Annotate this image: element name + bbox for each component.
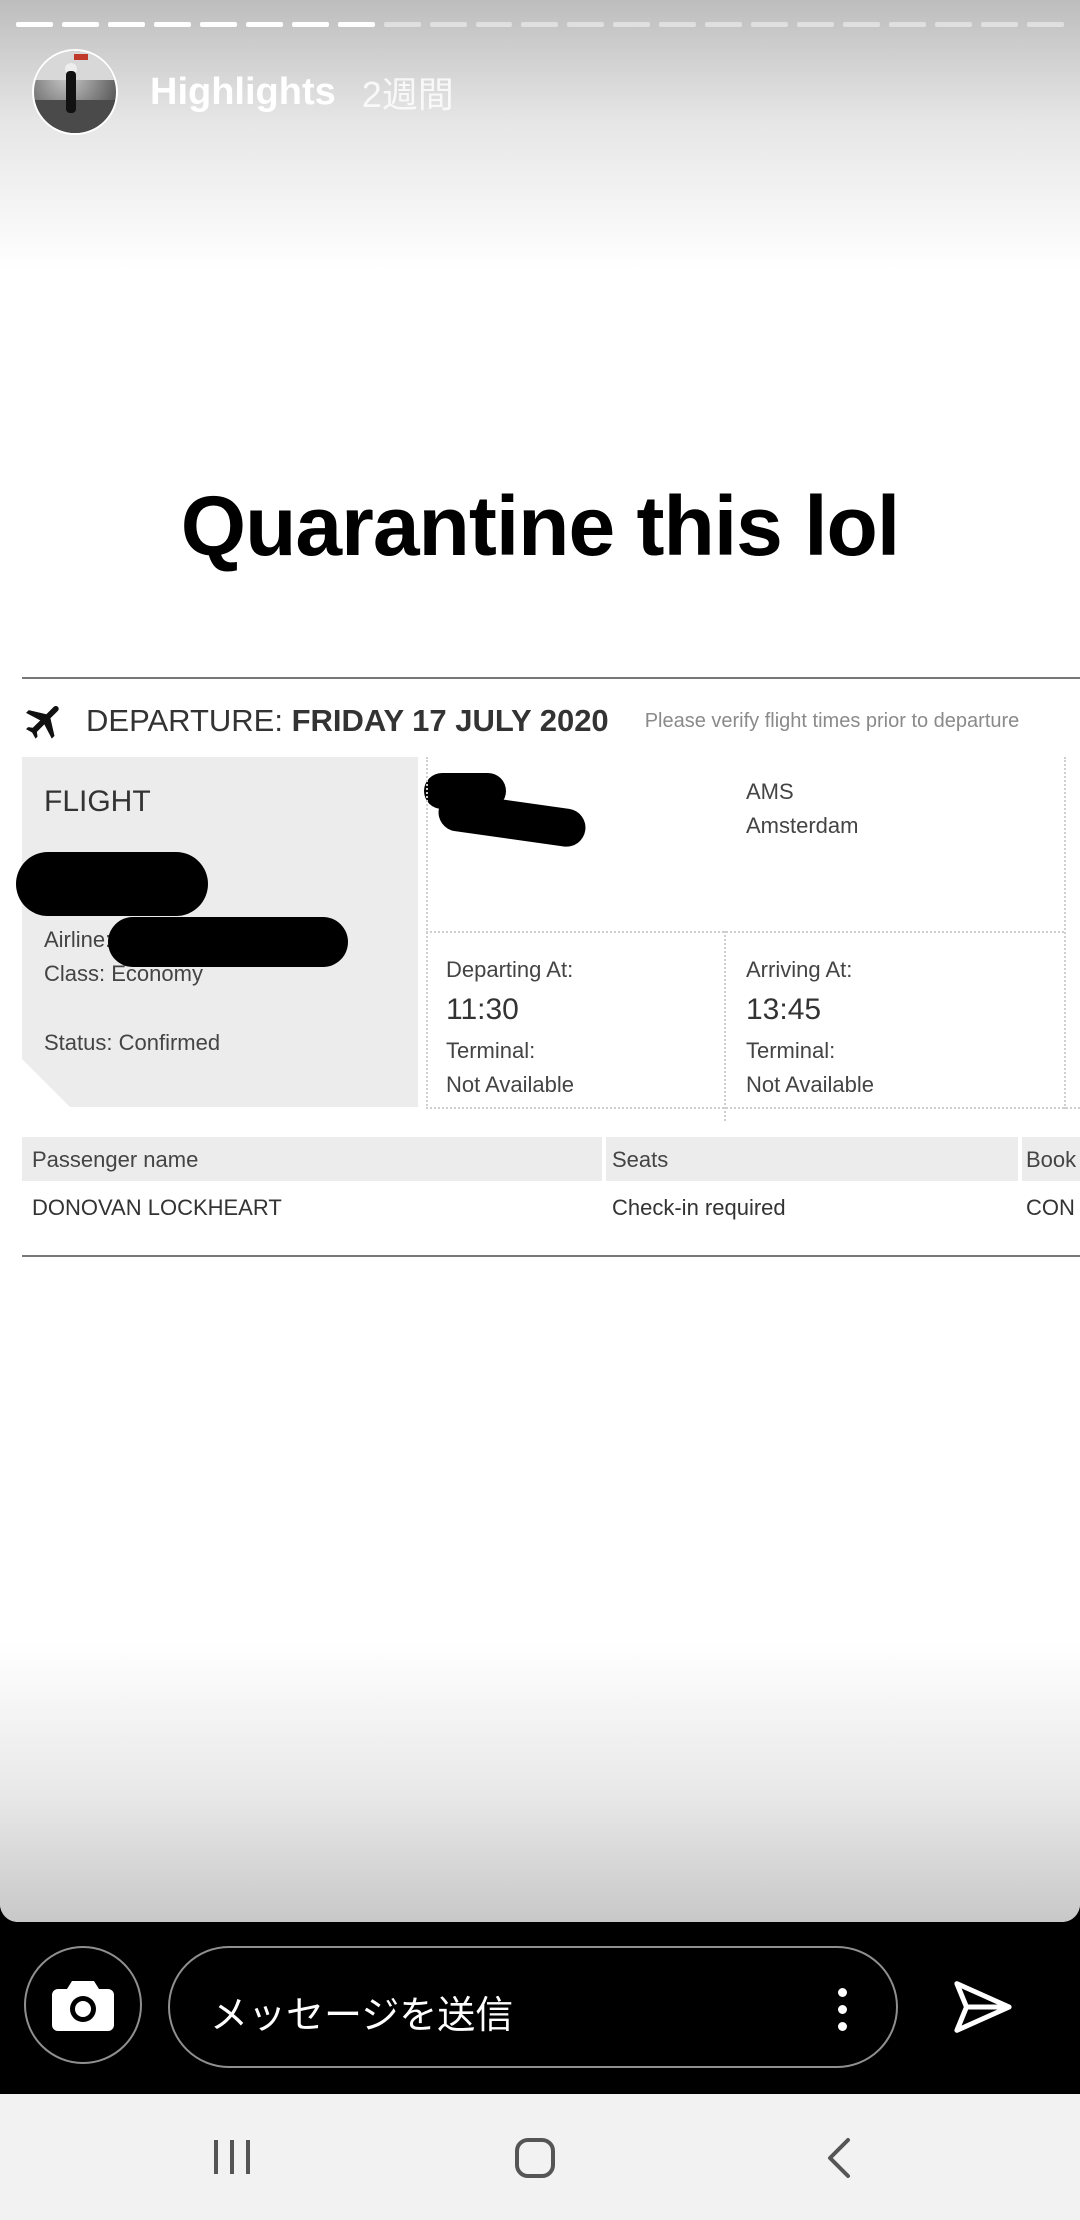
departing-terminal-label: Terminal: [446, 1038, 536, 1063]
progress-segment [383, 22, 421, 27]
departing-time: 11:30 [446, 993, 519, 1026]
departing-label: Departing At: [446, 957, 574, 982]
story-view[interactable]: Highlights 2週間 Quarantine this lol DEPAR… [0, 0, 1080, 1922]
bottom-rule [22, 1255, 1080, 1257]
story-bottom-shade [0, 1642, 1080, 1922]
progress-segment [16, 22, 53, 27]
progress-segment [521, 22, 559, 27]
top-rule [22, 677, 1080, 679]
progress-segment [981, 22, 1018, 27]
story-progress-bar [16, 22, 1064, 27]
booking-value: CON [1026, 1195, 1075, 1220]
progress-segment [659, 22, 697, 27]
progress-segment [337, 22, 375, 27]
flight-title: FLIGHT [44, 785, 151, 818]
progress-segment [889, 22, 927, 27]
progress-segment [705, 22, 743, 27]
arrival-city: Amsterdam [746, 813, 859, 838]
message-input[interactable]: メッセージを送信 [168, 1946, 898, 2068]
progress-segment [245, 22, 283, 27]
story-header[interactable]: Highlights 2週間 [32, 49, 454, 135]
progress-segment [797, 22, 835, 27]
progress-segment [429, 22, 467, 27]
progress-segment [935, 22, 973, 27]
back-icon[interactable] [820, 2136, 856, 2180]
departure-note: Please verify flight times prior to depa… [644, 709, 1020, 732]
progress-segment [1026, 22, 1064, 27]
seats-header: Seats [612, 1147, 669, 1172]
camera-icon [52, 1981, 114, 2031]
airplane-icon [26, 705, 59, 739]
system-nav-bar [0, 2094, 1080, 2220]
arrival-code: AMS [746, 779, 794, 804]
progress-segment [199, 22, 237, 27]
progress-segment [751, 22, 789, 27]
seats-value: Check-in required [612, 1195, 786, 1220]
camera-button[interactable] [24, 1946, 142, 2064]
passenger-table-header: Passenger name Seats Book [22, 1137, 1080, 1181]
arriving-terminal: Not Available [746, 1072, 875, 1097]
message-placeholder: メッセージを送信 [210, 1995, 514, 2037]
redaction-mark [436, 790, 588, 850]
arriving-terminal-label: Terminal: [746, 1038, 836, 1063]
avatar[interactable] [32, 49, 118, 135]
progress-segment [613, 22, 651, 27]
booking-header: Book [1026, 1147, 1077, 1172]
story-top-shade [0, 0, 1080, 270]
redaction-mark [108, 917, 348, 967]
itinerary-image: DEPARTURE: FRIDAY 17 JULY 2020 Please ve… [0, 675, 1080, 1260]
passenger-header: Passenger name [32, 1147, 199, 1172]
progress-segment [843, 22, 881, 27]
progress-segment [567, 22, 605, 27]
passenger-name: DONOVAN LOCKHEART [32, 1195, 282, 1220]
arriving-label: Arriving At: [746, 957, 853, 982]
airline-label: Airline: [44, 927, 112, 952]
departing-terminal: Not Available [446, 1072, 575, 1097]
story-username[interactable]: Highlights [150, 71, 336, 114]
send-icon[interactable] [950, 1974, 1016, 2040]
home-icon[interactable] [513, 2136, 557, 2180]
arriving-time: 13:45 [746, 993, 822, 1026]
departure-row: DEPARTURE: FRIDAY 17 JULY 2020 Please ve… [22, 691, 1019, 751]
story-time: 2週間 [361, 74, 454, 115]
departure-label: DEPARTURE: FRIDAY 17 JULY 2020 [86, 703, 609, 738]
message-bar: メッセージを送信 [0, 1922, 1080, 2094]
progress-segment [61, 22, 99, 27]
progress-segment [107, 22, 145, 27]
progress-segment [475, 22, 513, 27]
more-vertical-icon[interactable] [838, 1988, 848, 2032]
progress-segment [153, 22, 191, 27]
recent-apps-icon[interactable] [210, 2138, 254, 2176]
progress-segment [291, 22, 329, 27]
status-text: Status: Confirmed [44, 1030, 221, 1055]
story-caption: Quarantine this lol [180, 479, 900, 573]
redaction-mark [16, 852, 208, 916]
